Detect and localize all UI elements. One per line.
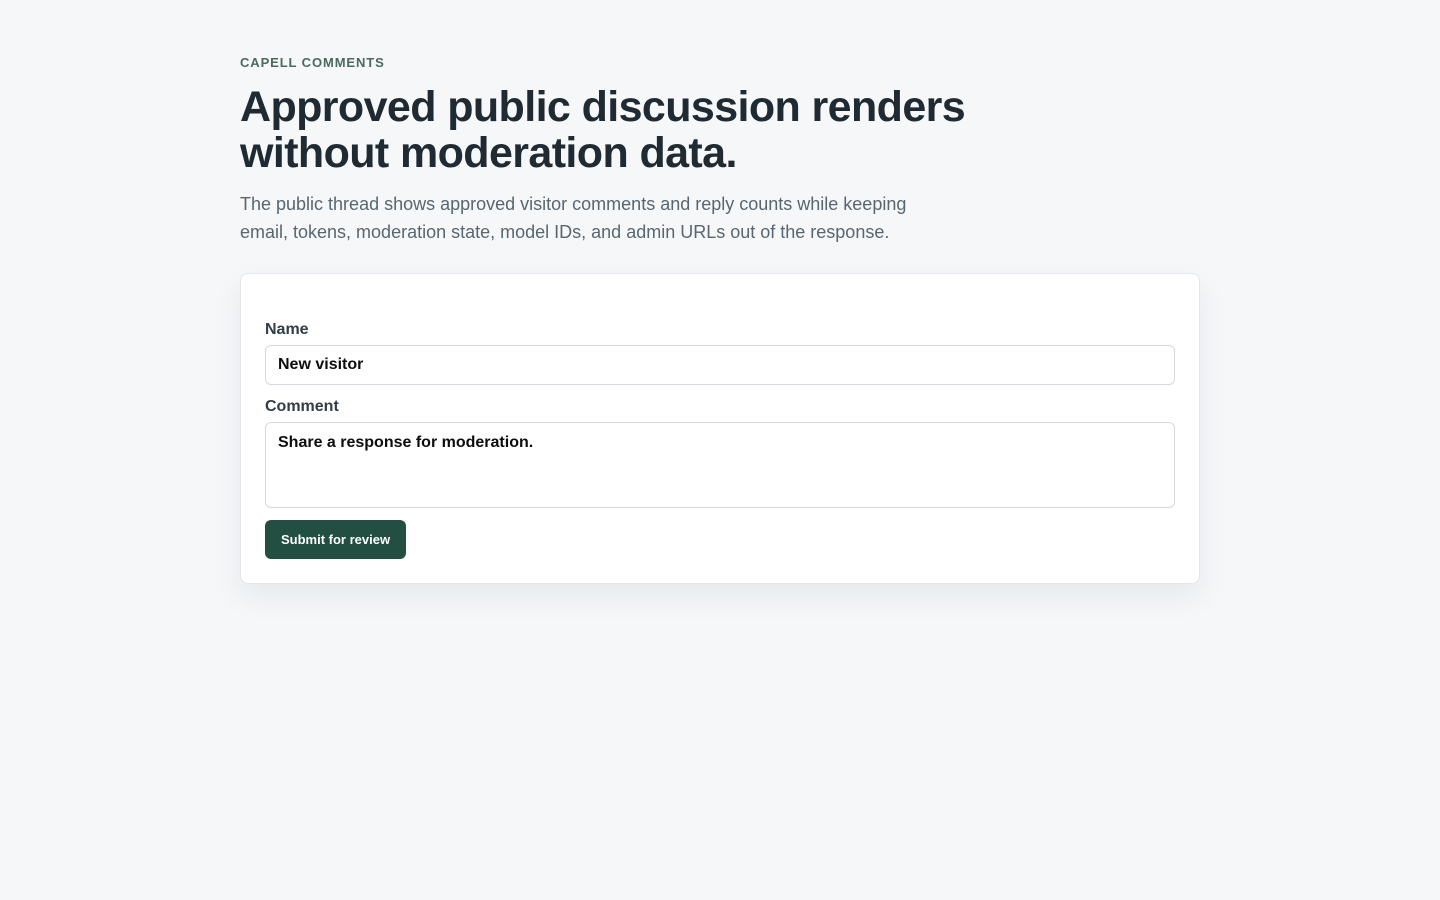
page-title: Approved public discussion renders witho…	[240, 83, 966, 177]
page-subtitle: The public thread shows approved visitor…	[240, 194, 907, 242]
comment-form-card: Name Comment Share a response for modera…	[240, 273, 1200, 584]
name-label: Name	[265, 321, 309, 338]
comment-textarea[interactable]: Share a response for moderation.	[265, 422, 1175, 508]
name-input[interactable]	[265, 345, 1175, 385]
brand-eyebrow: CAPELL COMMENTS	[240, 55, 385, 70]
comment-label: Comment	[265, 398, 339, 415]
submit-for-review-button[interactable]: Submit for review	[265, 520, 407, 559]
